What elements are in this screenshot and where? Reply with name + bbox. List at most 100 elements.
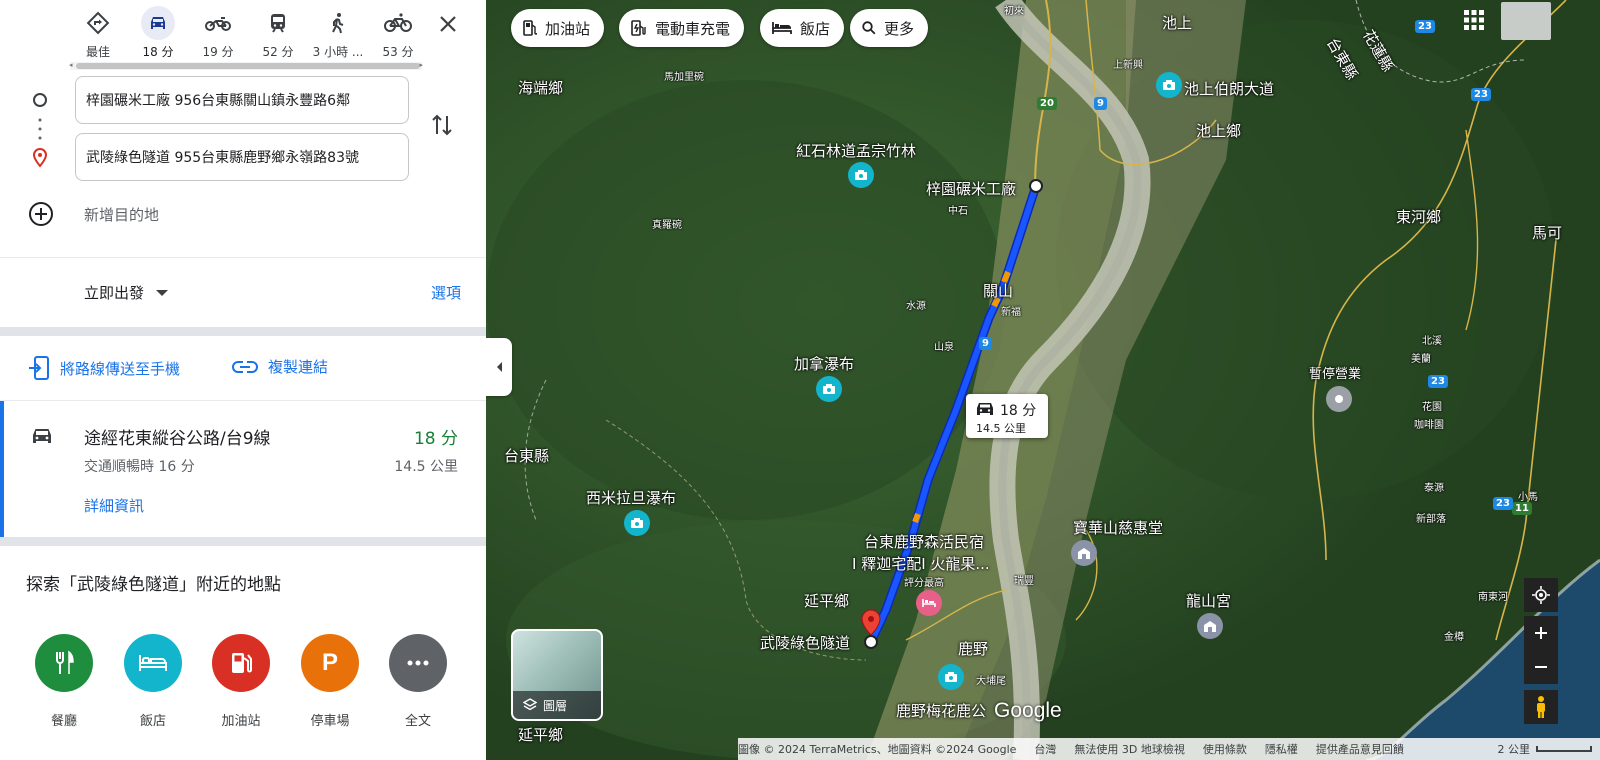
chip-more[interactable]: 更多 bbox=[850, 9, 929, 47]
layers-bar: 圖層 bbox=[513, 691, 601, 719]
map-canvas[interactable]: 加油站 電動車充電 飯店 更多 20 9 9 23 23 23 11 23 池上… bbox=[486, 0, 1600, 760]
mode-walking[interactable]: 3 小時 ... bbox=[308, 6, 368, 62]
scroll-left-arrow-icon[interactable]: ◂ bbox=[69, 61, 73, 69]
route-card[interactable]: 途經花東縱谷公路/台9線 18 分 交通順暢時 16 分 14.5 公里 詳細資… bbox=[0, 401, 486, 537]
poi-hotel-icon[interactable] bbox=[916, 590, 942, 616]
travel-mode-bar: 最佳 18 分 19 分 52 分 3 小時 ... 53 分 bbox=[68, 6, 428, 62]
copy-link-button[interactable]: 複製連結 bbox=[232, 356, 328, 377]
poi-camera-icon[interactable] bbox=[938, 664, 964, 690]
mode-scrollbar[interactable]: ◂ ▸ bbox=[69, 61, 423, 70]
zoom-in-button[interactable] bbox=[1524, 616, 1558, 650]
poi-camera-icon[interactable] bbox=[848, 162, 874, 188]
map-label-destination[interactable]: 武陵綠色隧道 bbox=[760, 632, 850, 653]
close-directions-button[interactable] bbox=[434, 10, 462, 38]
add-destination-button[interactable]: 新增目的地 bbox=[28, 201, 159, 227]
send-to-phone-button[interactable]: 將路線傳送至手機 bbox=[28, 356, 180, 380]
parking-icon: P bbox=[301, 634, 359, 692]
mode-motorcycle[interactable]: 19 分 bbox=[188, 6, 248, 62]
chip-hotels[interactable]: 飯店 bbox=[760, 9, 845, 47]
chip-gas-stations[interactable]: 加油站 bbox=[511, 9, 605, 47]
map-small-label: 新福 bbox=[1001, 307, 1021, 318]
account-avatar[interactable] bbox=[1501, 2, 1551, 40]
send-to-phone-label: 將路線傳送至手機 bbox=[60, 359, 181, 378]
layers-icon bbox=[523, 698, 537, 711]
footer-terms[interactable]: 使用條款 bbox=[1203, 741, 1247, 757]
map-label-hongshi[interactable]: 紅石林道孟宗竹林 bbox=[796, 140, 916, 161]
google-apps-button[interactable] bbox=[1464, 10, 1484, 34]
map-label-jiana[interactable]: 加拿瀑布 bbox=[794, 353, 854, 374]
poi-temple-icon[interactable] bbox=[1197, 613, 1223, 639]
nearby-restaurants-button[interactable]: 餐廳 bbox=[24, 634, 104, 729]
footer-no-3d[interactable]: 無法使用 3D 地球檢視 bbox=[1074, 741, 1184, 757]
origin-circle-icon bbox=[33, 93, 47, 107]
map-label-hostel-sub[interactable]: I 釋迦宅配I 火龍果... bbox=[852, 553, 990, 574]
map-label-luye-meihua[interactable]: 鹿野梅花鹿公 bbox=[896, 700, 986, 721]
mode-bicycle[interactable]: 53 分 bbox=[368, 6, 428, 62]
swap-waypoints-button[interactable] bbox=[430, 112, 454, 142]
map-small-label: 咖啡園 bbox=[1414, 420, 1444, 431]
map-small-label: 小馬 bbox=[1518, 492, 1538, 503]
map-label-longshan[interactable]: 龍山宮 bbox=[1186, 590, 1231, 611]
poi-camera-icon[interactable] bbox=[816, 376, 842, 402]
car-icon bbox=[33, 429, 51, 443]
map-label-baohuashan[interactable]: 寶華山慈惠堂 bbox=[1073, 517, 1163, 538]
layers-button[interactable]: 圖層 bbox=[511, 629, 603, 721]
footer-feedback[interactable]: 提供產品意見回饋 bbox=[1316, 741, 1404, 757]
chip-hotels-label: 飯店 bbox=[800, 19, 831, 38]
road-shield: 23 bbox=[1493, 497, 1513, 510]
scroll-right-arrow-icon[interactable]: ▸ bbox=[419, 61, 423, 69]
mode-best-label: 最佳 bbox=[85, 45, 110, 59]
restaurant-icon bbox=[35, 634, 93, 692]
road-shield: 23 bbox=[1428, 375, 1448, 388]
my-location-button[interactable] bbox=[1524, 578, 1558, 612]
scrollbar-thumb[interactable] bbox=[76, 63, 420, 69]
origin-input[interactable] bbox=[75, 76, 409, 124]
nearby-more-button[interactable]: 全文 bbox=[378, 634, 458, 729]
footer-privacy[interactable]: 隱私權 bbox=[1265, 741, 1298, 757]
route-name: 途經花東縱谷公路/台9線 bbox=[84, 429, 271, 449]
route-details-link[interactable]: 詳細資訊 bbox=[84, 495, 144, 516]
nearby-hotels-button[interactable]: 飯店 bbox=[113, 634, 193, 729]
gas-stations-label: 加油站 bbox=[221, 714, 261, 729]
map-label-chishang-boulevard[interactable]: 池上伯朗大道 bbox=[1184, 78, 1274, 99]
send-to-phone-icon bbox=[29, 356, 49, 380]
zoom-out-button[interactable] bbox=[1524, 650, 1558, 684]
divider bbox=[0, 257, 486, 258]
depart-time-dropdown[interactable]: 立即出發 bbox=[84, 282, 169, 303]
depart-label: 立即出發 bbox=[84, 284, 145, 302]
map-label-paused: 暫停營業 bbox=[1309, 367, 1362, 382]
route-duration: 18 分 bbox=[413, 429, 458, 449]
more-label: 全文 bbox=[404, 714, 431, 729]
map-label-hostel[interactable]: 台東鹿野森活民宿 bbox=[864, 531, 984, 552]
mode-motorcycle-label: 19 分 bbox=[202, 45, 234, 59]
section-divider bbox=[0, 327, 486, 336]
mode-transit[interactable]: 52 分 bbox=[248, 6, 308, 62]
ev-charger-icon bbox=[631, 20, 646, 36]
route-traffic-note: 交通順暢時 16 分 bbox=[84, 459, 195, 475]
route-options-link[interactable]: 選項 bbox=[431, 282, 461, 303]
poi-closed-pin-icon[interactable] bbox=[1326, 386, 1352, 412]
map-label-origin[interactable]: 梓園碾米工廠 bbox=[926, 178, 1016, 199]
nearby-gas-stations-button[interactable]: 加油站 bbox=[201, 634, 281, 729]
collapse-panel-button[interactable] bbox=[486, 338, 512, 396]
gas-icon bbox=[523, 20, 537, 36]
route-duration-callout[interactable]: 18 分 14.5 公里 bbox=[966, 394, 1048, 438]
map-scale[interactable]: 2 公里 bbox=[1498, 741, 1592, 757]
map-label-guanshan: 關山 bbox=[983, 282, 1014, 300]
poi-temple-icon[interactable] bbox=[1071, 540, 1097, 566]
destination-input[interactable] bbox=[75, 133, 409, 181]
explore-nearby-title: 探索「武陵綠色隧道」附近的地點 bbox=[26, 575, 281, 595]
pegman-icon bbox=[1537, 696, 1545, 718]
hotels-label: 飯店 bbox=[139, 714, 166, 729]
map-label-yanping: 延平鄉 bbox=[804, 592, 850, 610]
mode-best[interactable]: 最佳 bbox=[68, 6, 128, 62]
poi-camera-icon[interactable] bbox=[1156, 72, 1182, 98]
map-label-ximilada[interactable]: 西米拉旦瀑布 bbox=[586, 487, 676, 508]
map-small-label: 上新興 bbox=[1113, 60, 1143, 71]
nearby-parking-button[interactable]: P 停車場 bbox=[290, 634, 370, 729]
poi-camera-icon[interactable] bbox=[624, 510, 650, 536]
chip-ev-charging[interactable]: 電動車充電 bbox=[619, 9, 745, 47]
mode-driving[interactable]: 18 分 bbox=[128, 6, 188, 62]
footer-region[interactable]: 台灣 bbox=[1034, 741, 1056, 757]
street-view-pegman[interactable] bbox=[1524, 690, 1558, 724]
